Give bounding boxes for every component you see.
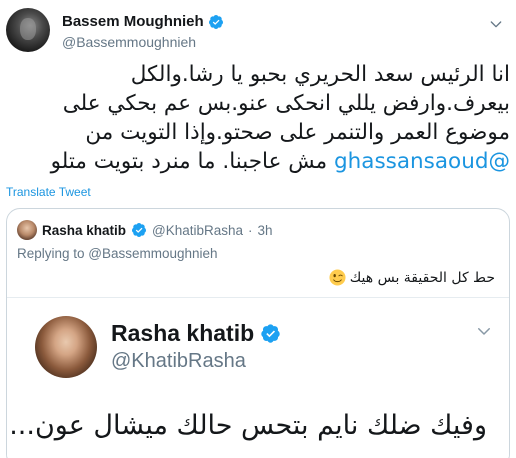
winking-face-emoji-icon: [329, 269, 346, 286]
image-author-name: Rasha khatib: [111, 320, 255, 346]
replying-to: Replying to @Bassemmoughnieh: [17, 246, 218, 261]
author-handle[interactable]: @Bassemmoughnieh: [62, 34, 196, 50]
tweet-text: انا الرئيس سعد الحريري بحبو يا رشا.والكل…: [6, 60, 510, 176]
quoted-author-handle[interactable]: @KhatibRasha: [152, 223, 243, 238]
quoted-avatar[interactable]: [17, 220, 37, 240]
chevron-down-icon: [478, 328, 490, 335]
translate-tweet-link[interactable]: Translate Tweet: [6, 185, 91, 199]
verified-badge-icon: [132, 223, 147, 237]
image-tweet-text: وفيك ضلك نايم بتحس حالك ميشال عون...: [9, 410, 487, 441]
quoted-text: حط كل الحقيقة بس هيك: [349, 269, 495, 286]
quoted-timestamp[interactable]: 3h: [258, 223, 273, 238]
verified-badge-icon: [261, 324, 280, 343]
image-author-handle: @KhatibRasha: [111, 350, 246, 372]
author-name-row[interactable]: Bassem Moughnieh: [62, 13, 224, 30]
image-avatar: [35, 316, 97, 378]
quoted-header: Rasha khatib @KhatibRasha · 3h: [17, 219, 273, 241]
mention-link[interactable]: @ghassansaoud: [334, 149, 510, 174]
chevron-down-icon[interactable]: [488, 16, 504, 32]
quoted-tweet[interactable]: Rasha khatib @KhatibRasha · 3h Replying …: [6, 208, 510, 458]
author-name[interactable]: Bassem Moughnieh: [62, 13, 204, 30]
quoted-author-name[interactable]: Rasha khatib: [42, 223, 126, 238]
verified-badge-icon: [208, 14, 223, 29]
tweet-header: Bassem Moughnieh @Bassemmoughnieh: [6, 4, 512, 54]
quoted-text-row: حط كل الحقيقة بس هيك: [329, 269, 495, 286]
separator-dot: ·: [248, 222, 253, 238]
tweet-text-part: انا الرئيس سعد الحريري بحبو يا رشا.والكل…: [62, 62, 510, 145]
image-author-name-row: Rasha khatib: [111, 320, 281, 347]
tweet-text-part: مش عاجبنا. ما منرد بتويت متلو: [50, 149, 335, 174]
quoted-image[interactable]: Rasha khatib @KhatibRasha وفيك ضلك نايم …: [7, 297, 509, 458]
avatar[interactable]: [6, 8, 50, 52]
